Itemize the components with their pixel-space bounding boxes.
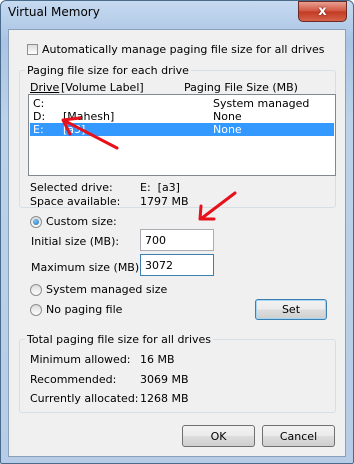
close-icon: x xyxy=(318,4,327,19)
set-button[interactable]: Set xyxy=(255,299,327,320)
space-available-value: 1797 MB xyxy=(140,195,189,208)
currently-allocated-value: 1268 MB xyxy=(140,392,189,405)
space-available-label: Space available: xyxy=(30,195,121,208)
no-paging-label[interactable]: No paging file xyxy=(46,303,122,316)
recommended-label: Recommended: xyxy=(30,373,117,386)
annotation-arrow-input xyxy=(198,191,237,221)
auto-manage-label[interactable]: Automatically manage paging file size fo… xyxy=(42,43,325,56)
annotation-arrow-list xyxy=(61,116,119,150)
column-volume-label: [Volume Label] xyxy=(61,81,144,94)
minimum-allowed-label: Minimum allowed: xyxy=(30,353,131,366)
drive-row[interactable]: C: System managed xyxy=(30,97,334,110)
maximum-size-input[interactable] xyxy=(140,254,214,276)
drive-size: None xyxy=(213,123,242,136)
auto-manage-checkbox[interactable] xyxy=(27,44,38,55)
no-paging-radio[interactable] xyxy=(30,304,42,316)
initial-size-input[interactable] xyxy=(140,229,214,251)
currently-allocated-label: Currently allocated: xyxy=(30,392,139,405)
column-drive-label: Drive xyxy=(30,81,60,94)
selected-drive-label: Selected drive: xyxy=(30,181,113,194)
window-title: Virtual Memory xyxy=(8,5,100,19)
column-drive: Drive xyxy=(30,81,59,94)
system-managed-radio[interactable] xyxy=(30,284,42,296)
recommended-value: 3069 MB xyxy=(140,373,189,386)
drive-letter: C: xyxy=(33,97,45,110)
auto-manage-text: Automatically manage paging file size fo… xyxy=(42,43,325,56)
minimum-allowed-value: 16 MB xyxy=(140,353,175,366)
paging-group-title: Paging file size for each drive xyxy=(25,64,191,77)
drive-size: None xyxy=(213,110,242,123)
system-managed-label[interactable]: System managed size xyxy=(46,283,167,296)
close-button[interactable]: x xyxy=(298,1,347,22)
drive-letter: D: xyxy=(33,110,46,123)
cancel-button[interactable]: Cancel xyxy=(262,425,335,447)
initial-size-label: Initial size (MB): xyxy=(31,235,120,248)
drive-size: System managed xyxy=(213,97,310,110)
selected-drive-value: E: [a3] xyxy=(140,181,180,194)
ok-button[interactable]: OK xyxy=(182,425,255,447)
totals-group-title: Total paging file size for all drives xyxy=(25,333,214,346)
column-paging-size: Paging File Size (MB) xyxy=(184,81,298,94)
drive-letter: E: xyxy=(33,123,44,136)
maximum-size-label: Maximum size (MB): xyxy=(31,261,143,274)
custom-size-label[interactable]: Custom size: xyxy=(46,215,117,228)
custom-size-radio[interactable] xyxy=(30,216,42,228)
